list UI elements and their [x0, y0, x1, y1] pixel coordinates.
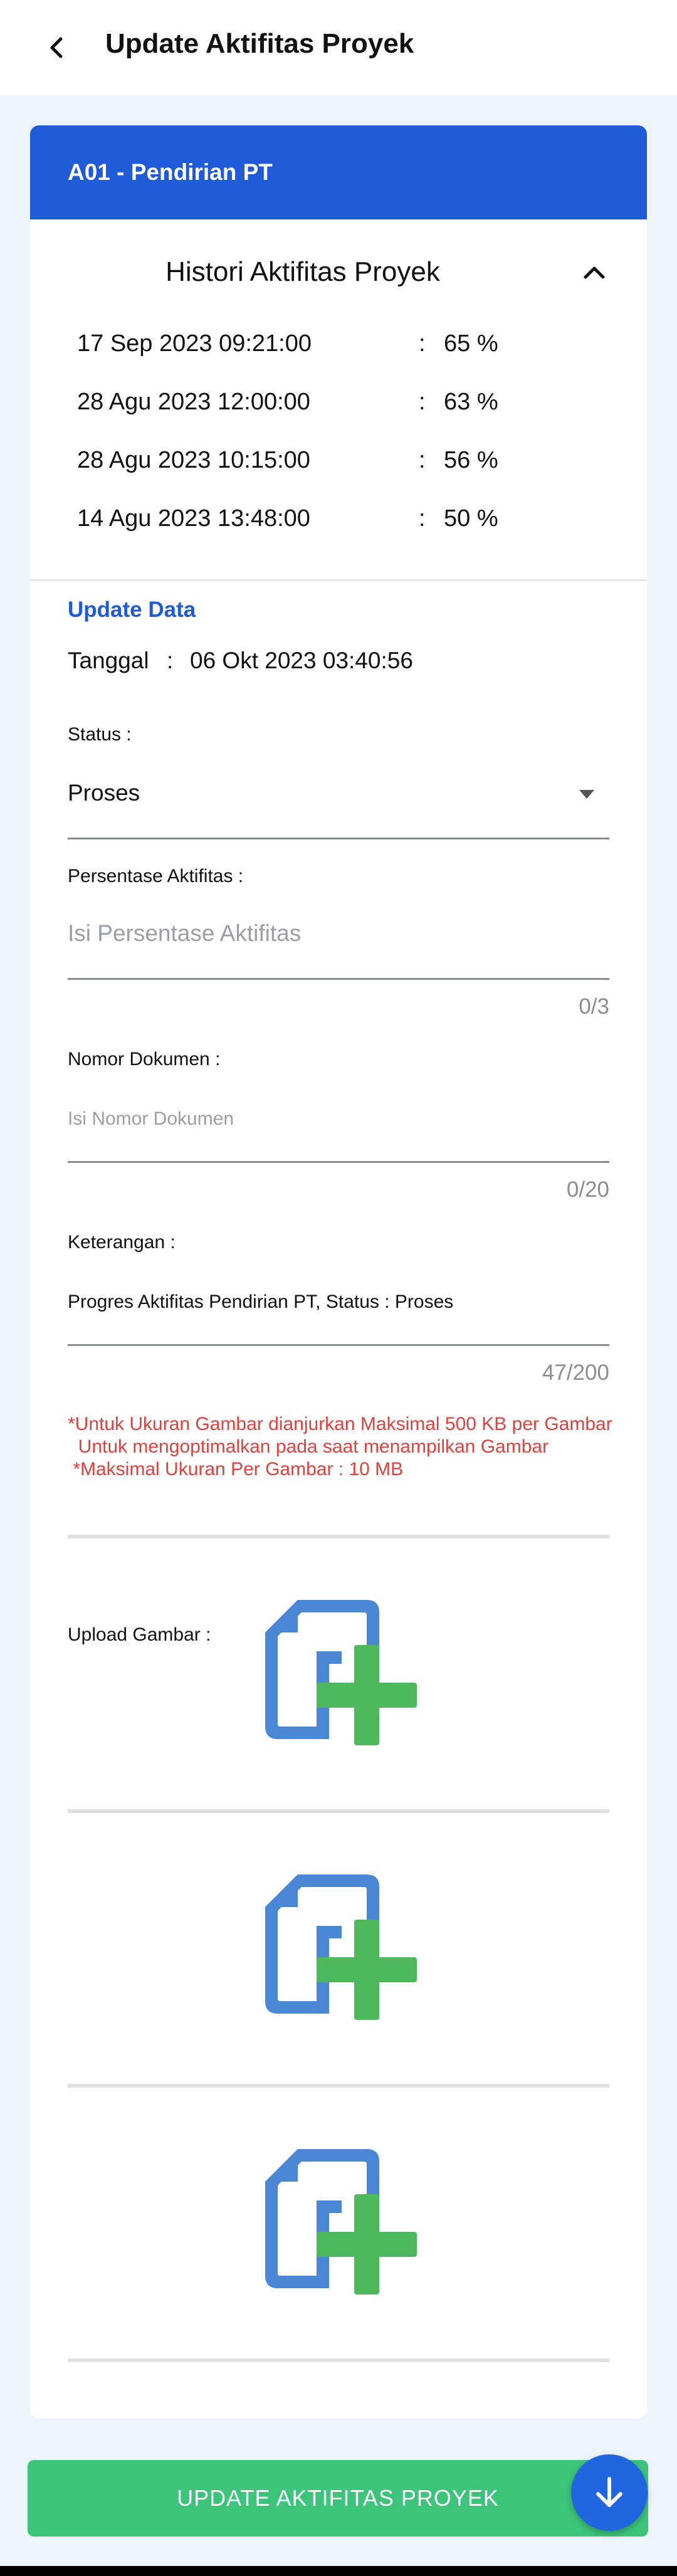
- add-file-icon: [265, 2149, 417, 2295]
- image-size-warning: Untuk mengoptimalkan pada saat menampilk…: [68, 1436, 549, 1457]
- history-row: 28 Agu 2023 10:15:00 : 56 %: [30, 441, 647, 479]
- page-title: Update Aktifitas Proyek: [105, 28, 414, 59]
- update-data-heading: Update Data: [68, 597, 196, 622]
- date-label: Tanggal: [68, 648, 149, 673]
- history-title: Histori Aktifitas Proyek: [165, 256, 440, 287]
- image-size-limit: *Maksimal Ukuran Per Gambar : 10 MB: [68, 1459, 404, 1480]
- description-value: Progres Aktifitas Pendirian PT, Status :…: [68, 1291, 454, 1312]
- status-value: Proses: [68, 780, 140, 806]
- status-dropdown[interactable]: Proses: [68, 759, 609, 840]
- update-activity-button[interactable]: UPDATE AKTIFITAS PROYEK: [28, 2460, 648, 2537]
- status-label: Status :: [68, 724, 132, 745]
- history-separator: :: [419, 447, 426, 473]
- dropdown-arrow-icon: [579, 790, 594, 799]
- description-underline: [68, 1344, 609, 1346]
- description-input[interactable]: Progres Aktifitas Pendirian PT, Status :…: [68, 1260, 609, 1344]
- add-file-icon: [265, 1600, 417, 1745]
- history-separator: :: [419, 389, 426, 415]
- upload-image-slot[interactable]: [68, 1538, 609, 1808]
- history-row: 14 Agu 2023 13:48:00 : 50 %: [30, 500, 647, 537]
- section-divider: [30, 579, 647, 581]
- document-number-label: Nomor Dokumen :: [68, 1049, 221, 1070]
- history-date: 28 Agu 2023 12:00:00: [77, 389, 310, 415]
- upload-image-slot[interactable]: [68, 2088, 609, 2357]
- history-percent: 56 %: [444, 447, 498, 473]
- history-row: 28 Agu 2023 12:00:00 : 63 %: [30, 383, 647, 421]
- image-size-warning: *Untuk Ukuran Gambar dianjurkan Maksimal…: [68, 1414, 612, 1434]
- back-button[interactable]: [36, 28, 76, 68]
- upload-image-slot[interactable]: [68, 1813, 609, 2083]
- date-value: 06 Okt 2023 03:40:56: [190, 648, 413, 673]
- app-bar: Update Aktifitas Proyek: [0, 0, 677, 95]
- history-percent: 65 %: [444, 330, 498, 357]
- add-file-icon: [265, 1874, 417, 2020]
- system-nav-bar: [0, 2566, 677, 2576]
- card-header: A01 - Pendirian PT: [30, 125, 647, 219]
- percentage-label: Persentase Aktifitas :: [68, 866, 244, 886]
- history-row: 17 Sep 2023 09:21:00 : 65 %: [30, 325, 647, 362]
- chevron-up-icon: [584, 266, 605, 279]
- activity-card: A01 - Pendirian PT Histori Aktifitas Pro…: [30, 125, 647, 2419]
- history-percent: 63 %: [444, 389, 498, 415]
- description-label: Keterangan :: [68, 1232, 176, 1253]
- document-number-placeholder: Isi Nomor Dokumen: [68, 1108, 234, 1129]
- document-number-input[interactable]: Isi Nomor Dokumen: [68, 1077, 609, 1161]
- upload-divider: [68, 2358, 609, 2362]
- date-separator: :: [167, 648, 174, 673]
- history-date: 14 Agu 2023 13:48:00: [77, 505, 310, 532]
- history-separator: :: [419, 330, 426, 357]
- document-number-underline: [68, 1161, 609, 1163]
- chevron-left-icon: [50, 37, 63, 58]
- history-separator: :: [419, 505, 426, 532]
- document-number-counter: 0/20: [566, 1177, 609, 1202]
- history-percent: 50 %: [444, 505, 498, 532]
- arrow-down-icon: [596, 2477, 622, 2507]
- status-underline: [68, 838, 609, 839]
- activity-title: A01 - Pendirian PT: [68, 159, 273, 185]
- percentage-placeholder: Isi Persentase Aktifitas: [68, 920, 302, 946]
- scroll-down-button[interactable]: [571, 2454, 648, 2531]
- percentage-input[interactable]: Isi Persentase Aktifitas: [68, 894, 609, 978]
- collapse-history-button[interactable]: [575, 253, 613, 291]
- description-counter: 47/200: [542, 1360, 609, 1385]
- percentage-underline: [68, 978, 609, 980]
- history-date: 17 Sep 2023 09:21:00: [77, 330, 312, 357]
- history-date: 28 Agu 2023 10:15:00: [77, 447, 310, 473]
- percentage-counter: 0/3: [579, 994, 609, 1019]
